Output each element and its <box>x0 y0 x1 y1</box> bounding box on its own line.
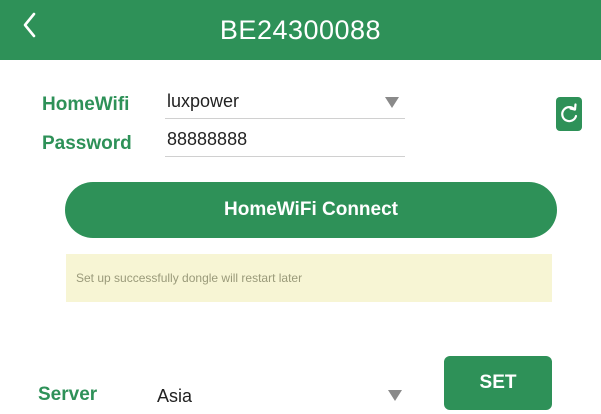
home-wifi-connect-button[interactable]: HomeWiFi Connect <box>65 182 557 238</box>
header-bar: BE24300088 <box>0 0 601 60</box>
set-button[interactable]: SET <box>444 356 552 410</box>
page-title: BE24300088 <box>219 15 382 45</box>
server-select[interactable]: Asia <box>155 380 420 410</box>
refresh-icon <box>561 103 578 123</box>
refresh-button[interactable] <box>556 97 582 131</box>
dropdown-arrow-icon <box>388 390 402 401</box>
server-value: Asia <box>157 386 193 406</box>
status-message-box: Set up successfully dongle will restart … <box>66 254 552 302</box>
home-wifi-label: HomeWifi <box>42 94 130 115</box>
home-wifi-value: luxpower <box>167 91 240 111</box>
password-input[interactable]: 88888888 <box>165 126 405 157</box>
dropdown-arrow-icon <box>385 97 399 108</box>
home-wifi-select[interactable]: luxpower <box>165 88 405 119</box>
password-value: 88888888 <box>167 129 248 149</box>
status-message: Set up successfully dongle will restart … <box>76 271 303 285</box>
password-label: Password <box>42 133 132 154</box>
server-label: Server <box>38 384 98 405</box>
